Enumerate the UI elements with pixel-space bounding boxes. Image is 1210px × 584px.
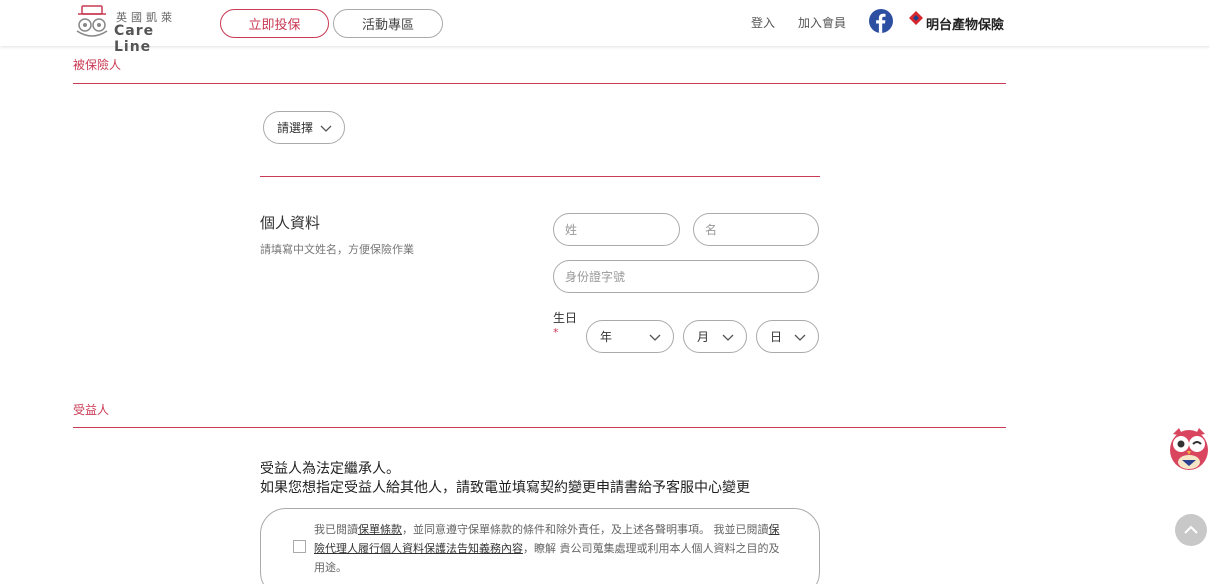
facebook-f-icon [876, 13, 886, 33]
join-member-link[interactable]: 加入會員 [798, 14, 846, 31]
careline-logo[interactable]: 英國凱萊 Care Line [72, 5, 197, 55]
birth-day-value: 日 [770, 330, 783, 344]
chevron-down-icon [320, 125, 332, 132]
login-link[interactable]: 登入 [751, 14, 775, 31]
insured-divider [73, 83, 1006, 84]
buy-now-button[interactable]: 立即投保 [220, 9, 329, 38]
relation-select[interactable]: 請選擇 [263, 111, 345, 144]
birth-month-select[interactable]: 月 [683, 320, 747, 353]
owl-mascot-icon [1170, 428, 1208, 470]
relation-select-value: 請選擇 [277, 121, 314, 135]
given-name-input[interactable] [693, 213, 819, 246]
logo-english-text: Care Line [114, 23, 155, 55]
page: 英國凱萊 Care Line 立即投保 活動專區 登入 加入會員 明台產物保險 … [0, 0, 1210, 584]
birthday-label: 生日 [553, 311, 578, 325]
insured-section-title: 被保險人 [73, 58, 122, 72]
mingtai-diamond-icon [909, 11, 923, 25]
birth-day-select[interactable]: 日 [756, 320, 819, 353]
birth-year-select[interactable]: 年 [586, 320, 674, 353]
beneficiary-section-title: 受益人 [73, 403, 110, 417]
required-mark: * [553, 326, 559, 339]
top-header: 英國凱萊 Care Line 立即投保 活動專區 登入 加入會員 明台產物保險 [0, 0, 1210, 55]
surname-input[interactable] [553, 213, 680, 246]
beneficiary-instruction: 如果您想指定受益人給其他人，請致電並填寫契約變更申請書給予客服中心變更 [260, 480, 750, 496]
owl-logo-icon [76, 5, 108, 37]
beneficiary-statement: 受益人為法定繼承人。 [260, 461, 400, 477]
scroll-to-top-button[interactable] [1175, 514, 1207, 546]
birth-year-value: 年 [600, 330, 613, 344]
agreement-checkbox[interactable] [293, 540, 306, 553]
chevron-down-icon [794, 334, 806, 341]
agreement-part2: ，並同意遵守保單條款的條件和除外責任，及上述各聲明事項。 我並已閱讀 [402, 523, 769, 536]
personal-info-subtitle: 請填寫中文姓名，方便保險作業 [260, 243, 414, 256]
events-button[interactable]: 活動專區 [333, 9, 443, 38]
chevron-down-icon [722, 334, 734, 341]
birth-month-value: 月 [697, 330, 710, 344]
chevron-up-icon [1184, 525, 1198, 534]
id-number-input[interactable] [553, 260, 819, 293]
agreement-text: 我已閱讀保單條款，並同意遵守保單條款的條件和除外責任，及上述各聲明事項。 我並已… [314, 520, 790, 577]
mingtai-insurance-logo[interactable]: 明台產物保險 [908, 9, 1008, 33]
chevron-down-icon [649, 334, 661, 341]
brand-name: 明台產物保險 [926, 18, 1005, 33]
owl-mascot-chat-button[interactable] [1167, 424, 1210, 472]
personal-info-title: 個人資料 [260, 214, 321, 232]
policy-terms-link[interactable]: 保單條款 [358, 523, 402, 536]
facebook-icon[interactable] [869, 9, 893, 33]
personal-divider [260, 176, 820, 177]
agreement-part1: 我已閱讀 [314, 523, 358, 536]
beneficiary-divider [73, 427, 1006, 428]
